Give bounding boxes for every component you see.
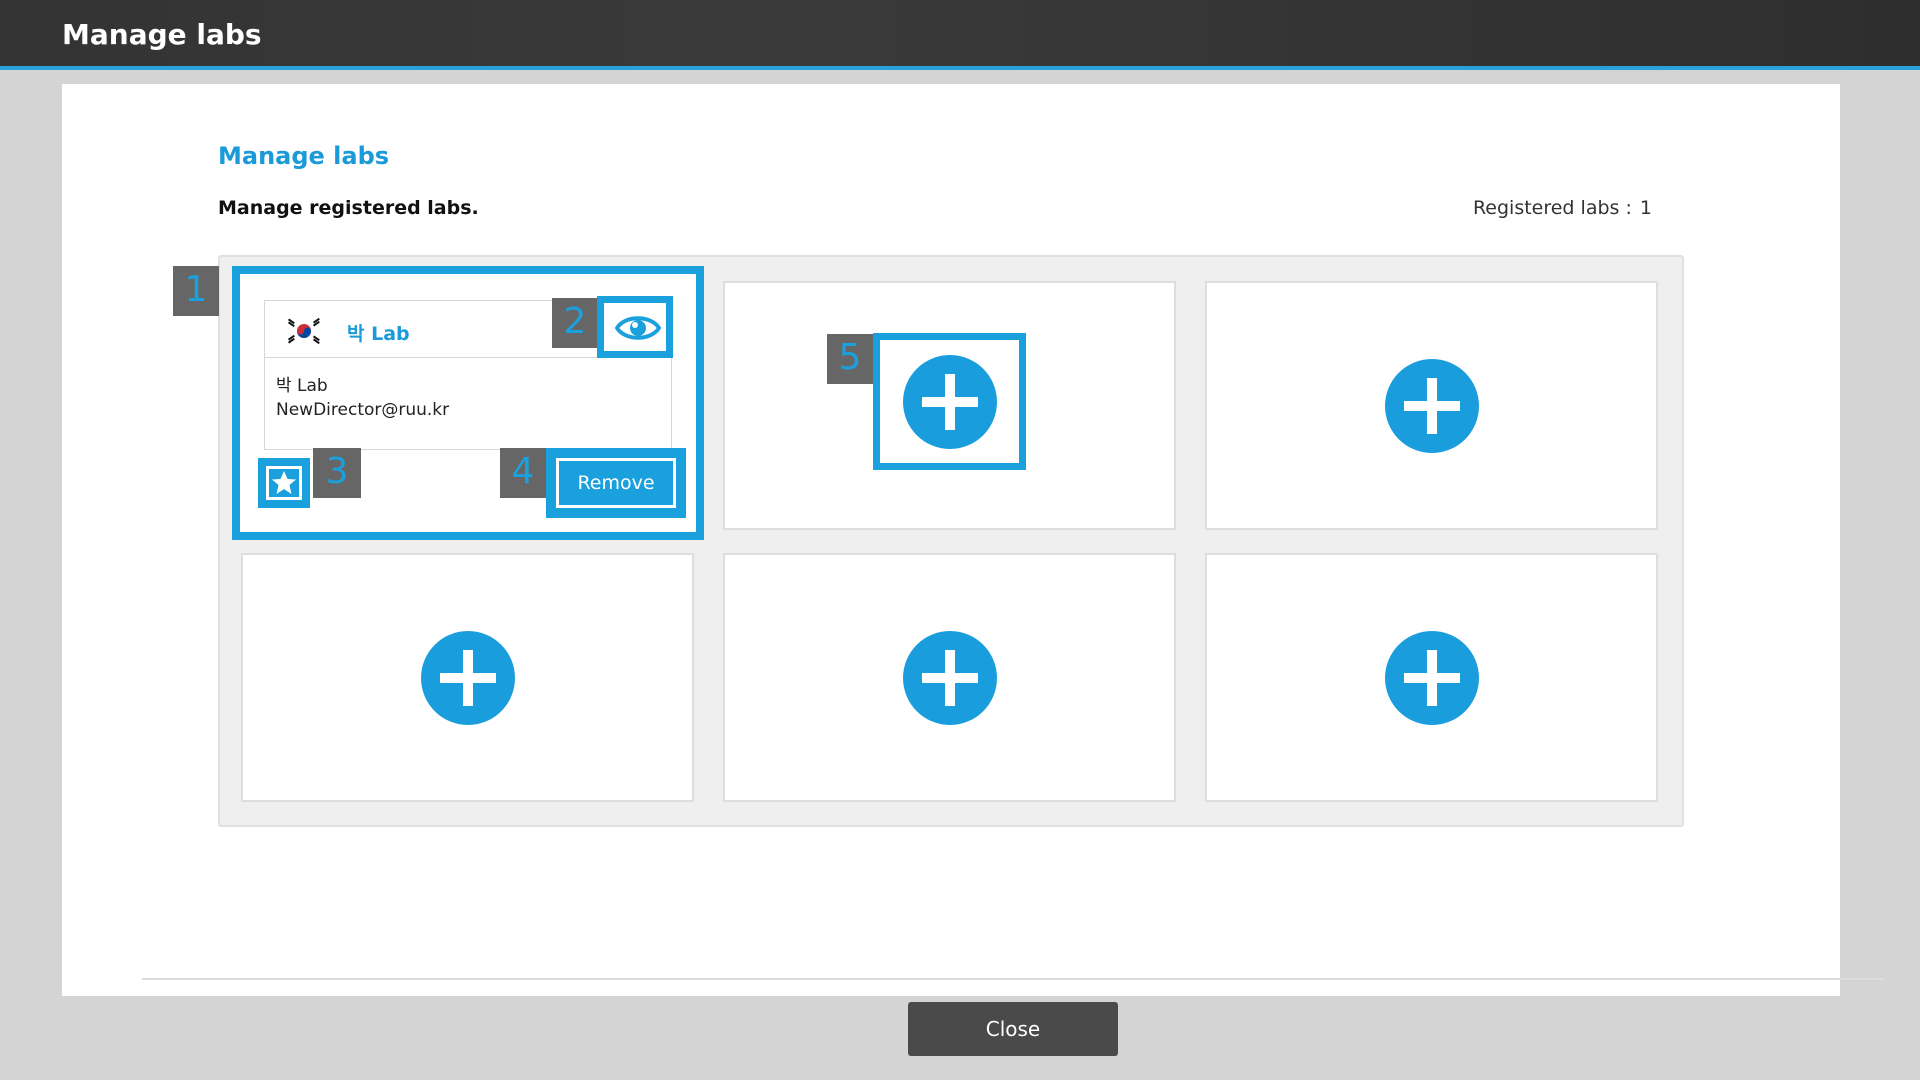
callout-2: 2: [552, 298, 598, 348]
add-lab-button[interactable]: [420, 630, 515, 725]
count-label: Registered labs :: [1472, 197, 1632, 219]
lab-card-name: 박 Lab: [276, 376, 328, 396]
empty-lab-slot: [1205, 281, 1658, 530]
close-button[interactable]: Close: [908, 1002, 1118, 1056]
add-lab-button[interactable]: [1384, 358, 1479, 453]
view-lab-button[interactable]: [597, 296, 673, 358]
star-frame: [266, 466, 302, 500]
remove-lab-button[interactable]: Remove: [556, 458, 676, 508]
dialog-panel: Manage labs Manage registered labs. Regi…: [62, 84, 1884, 1056]
remove-button-highlight: Remove: [546, 448, 686, 518]
registered-labs-count: Registered labs : 1: [1471, 197, 1652, 219]
empty-lab-slot: [723, 553, 1176, 802]
footer-divider: [142, 978, 1884, 980]
lab-card-body: 박 Lab NewDirector@ruu.kr: [265, 358, 671, 422]
section-heading: Manage labs: [218, 142, 390, 170]
highlight-add-lab: [873, 333, 1026, 470]
callout-1: 1: [173, 266, 219, 316]
add-lab-button[interactable]: [902, 630, 997, 725]
section-description: Manage registered labs.: [218, 197, 479, 219]
window-titlebar: Manage labs: [0, 0, 1920, 70]
lab-card-email: NewDirector@ruu.kr: [276, 400, 450, 420]
window-title: Manage labs: [62, 18, 262, 51]
callout-5: 5: [827, 334, 873, 384]
lab-card-title: 박 Lab: [347, 323, 410, 345]
star-icon: [272, 471, 296, 494]
korea-flag-icon: [285, 316, 323, 346]
count-value: 1: [1639, 197, 1652, 219]
callout-4: 4: [500, 448, 546, 498]
favorite-lab-button[interactable]: [258, 458, 310, 508]
callout-3: 3: [313, 448, 361, 498]
empty-lab-slot: [241, 553, 694, 802]
add-lab-button[interactable]: [902, 354, 997, 449]
empty-lab-slot: [1205, 553, 1658, 802]
eye-icon: [615, 316, 661, 340]
add-lab-button[interactable]: [1384, 630, 1479, 725]
